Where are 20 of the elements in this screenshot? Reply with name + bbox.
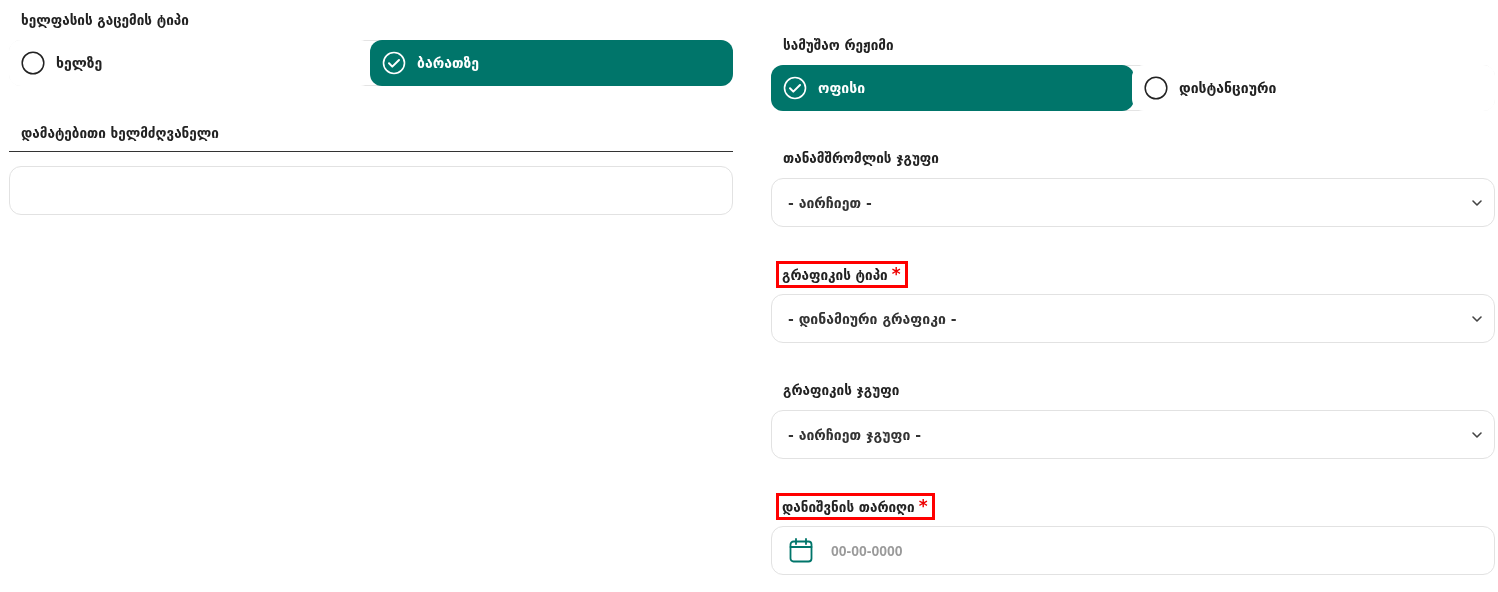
radio-circle-icon [1144,76,1168,100]
field-label: გრაფიკის ჯგუფი [783,381,900,400]
highlighted-field-label: დანიშვნის თარიღი * [776,493,935,520]
text-field[interactable] [9,166,733,215]
radio-option[interactable]: ბარათზე [370,40,733,86]
select-field[interactable]: - დინამიური გრაფიკი - [771,294,1495,343]
field-label: სამუშაო რეჟიმი [783,36,894,55]
radio-circle-icon [21,51,45,75]
check-circle-icon [783,76,807,100]
radio-option[interactable]: დისტანციური [1132,65,1495,111]
radio-option[interactable]: ოფისი [771,65,1134,111]
field-label: ხელფასის გაცემის ტიპი [21,11,189,30]
field-label: თანამშრომლის ჯგუფი [783,149,939,168]
check-circle-icon [382,51,406,75]
field-label: დამატებითი ხელმძღვანელი [21,124,219,143]
select-field[interactable]: - აირჩიეთ - [771,178,1495,227]
select-field[interactable]: - აირჩიეთ ჯგუფი - [771,410,1495,459]
date-field[interactable]: 00-00-0000 [771,526,1495,575]
calendar-icon [789,538,813,563]
highlighted-field-label: გრაფიკის ტიპი * [776,261,908,288]
